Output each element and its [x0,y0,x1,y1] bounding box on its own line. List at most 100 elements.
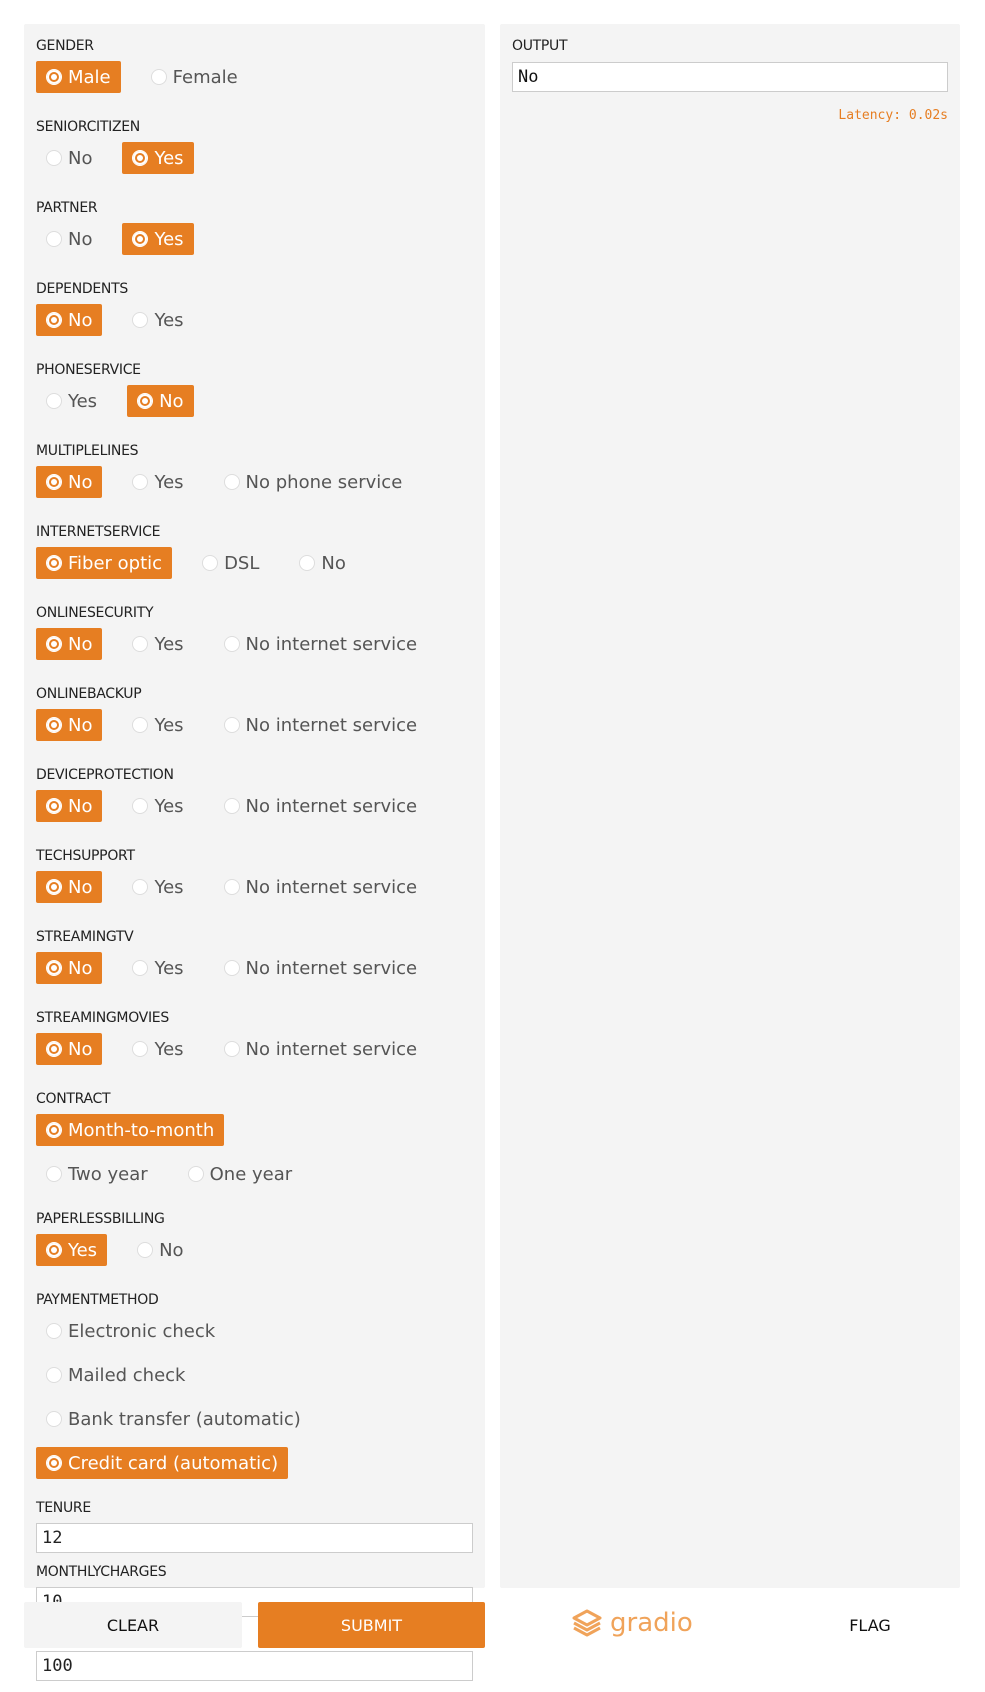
option-label: No phone service [245,471,403,493]
onlinesecurity-option-no-internet-service[interactable]: No internet service [214,628,428,660]
output-textbox[interactable]: No [512,62,948,92]
paperlessbilling-option-no[interactable]: No [127,1234,193,1266]
radio-circle-icon [132,636,149,652]
radio-circle-icon [46,1411,62,1427]
multiplelines-option-no-phone-service[interactable]: No phone service [214,466,413,498]
field-paymentmethod: PAYMENTMETHOD Electronic check Mailed chec… [36,1292,473,1491]
radio-circle-icon [46,1323,62,1339]
option-label: No [159,1239,184,1261]
option-label: Yes [154,957,184,979]
paymentmethod-option-bank-transfer-automatic[interactable]: Bank transfer (automatic) [36,1403,311,1435]
paperlessbilling-radio-group: Yes No [36,1234,473,1278]
radio-circle-icon [223,717,240,733]
internetservice-option-fiber-optic[interactable]: Fiber optic [36,547,173,579]
phoneservice-option-no[interactable]: No [127,385,194,417]
submit-button[interactable]: SUBMIT [258,1602,485,1648]
techsupport-option-no-internet-service[interactable]: No internet service [214,871,428,903]
dependents-option-yes[interactable]: Yes [122,304,193,336]
totalcharges-number-input[interactable]: 100 [36,1651,473,1681]
field-onlinesecurity: ONLINESECURITY No Yes No internet service [36,605,473,672]
field-streamingtv: STREAMINGTV No Yes No internet service [36,929,473,996]
radio-circle-icon [150,69,167,85]
contract-option-two-year[interactable]: Two year [36,1158,158,1190]
gender-option-female[interactable]: Female [141,61,248,93]
radio-circle-icon [46,150,62,166]
techsupport-label: TECHSUPPORT [36,848,135,864]
field-phoneservice: PHONESERVICE Yes No [36,362,473,429]
streamingtv-option-no[interactable]: No [36,952,103,984]
streamingmovies-option-yes[interactable]: Yes [122,1033,193,1065]
gradio-logo[interactable]: gradio [572,1603,693,1643]
option-label: Yes [154,633,184,655]
contract-radio-group: Month-to-month Two year One year [36,1114,366,1202]
radio-circle-icon [46,69,62,85]
clear-button[interactable]: CLEAR [24,1602,242,1648]
internetservice-option-dsl[interactable]: DSL [192,547,269,579]
deviceprotection-option-no-internet-service[interactable]: No internet service [214,790,428,822]
option-label: Yes [154,471,184,493]
phoneservice-option-yes[interactable]: Yes [36,385,107,417]
monthlycharges-label: MONTHLYCHARGES [36,1564,167,1580]
techsupport-option-no[interactable]: No [36,871,103,903]
partner-option-no[interactable]: No [36,223,102,255]
seniorcitizen-option-no[interactable]: No [36,142,102,174]
field-paperlessbilling: PAPERLESSBILLING Yes No [36,1211,473,1278]
partner-radio-group: No Yes [36,223,473,267]
deviceprotection-option-yes[interactable]: Yes [122,790,193,822]
paymentmethod-option-electronic-check[interactable]: Electronic check [36,1315,225,1347]
field-onlinebackup: ONLINEBACKUP No Yes No internet service [36,686,473,753]
radio-circle-icon [46,879,62,895]
onlinesecurity-option-yes[interactable]: Yes [122,628,193,660]
radio-circle-icon [46,717,62,733]
radio-circle-icon [223,1041,240,1057]
radio-circle-icon [223,474,240,490]
deviceprotection-option-no[interactable]: No [36,790,103,822]
onlinebackup-option-no[interactable]: No [36,709,103,741]
partner-option-yes[interactable]: Yes [122,223,194,255]
streamingmovies-option-no[interactable]: No [36,1033,103,1065]
onlinesecurity-radio-group: No Yes No internet service [36,628,473,672]
output-panel: OUTPUT No Latency: 0.02s [500,24,960,1588]
streamingtv-option-no-internet-service[interactable]: No internet service [214,952,428,984]
onlinebackup-option-yes[interactable]: Yes [122,709,193,741]
streamingtv-option-yes[interactable]: Yes [122,952,193,984]
techsupport-option-yes[interactable]: Yes [122,871,193,903]
field-partner: PARTNER No Yes [36,200,473,267]
option-label: Yes [154,876,184,898]
input-panel: GENDER Male Female SENIORCITIZEN No Yes PARTNE… [24,24,485,1681]
paperlessbilling-label: PAPERLESSBILLING [36,1211,165,1227]
radio-circle-icon [46,1367,62,1383]
radio-circle-icon [137,1242,154,1258]
radio-circle-icon [132,879,149,895]
internetservice-radio-group: Fiber optic DSL No [36,547,473,591]
paymentmethod-label: PAYMENTMETHOD [36,1292,159,1308]
tenure-number-input[interactable]: 12 [36,1523,473,1553]
paymentmethod-option-credit-card-automatic[interactable]: Credit card (automatic) [36,1447,289,1479]
streamingmovies-option-no-internet-service[interactable]: No internet service [214,1033,428,1065]
deviceprotection-radio-group: No Yes No internet service [36,790,473,834]
radio-circle-icon [46,231,62,247]
radio-circle-icon [46,636,62,652]
paymentmethod-option-mailed-check[interactable]: Mailed check [36,1359,195,1391]
onlinesecurity-option-no[interactable]: No [36,628,103,660]
onlinebackup-label: ONLINEBACKUP [36,686,142,702]
paperlessbilling-option-yes[interactable]: Yes [36,1234,108,1266]
radio-circle-icon [223,798,240,814]
gradio-logo-icon [572,1609,602,1637]
flag-button[interactable]: FLAG [760,1602,980,1648]
dependents-option-no[interactable]: No [36,304,103,336]
field-techsupport: TECHSUPPORT No Yes No internet service [36,848,473,915]
onlinebackup-option-no-internet-service[interactable]: No internet service [214,709,428,741]
tenure-label: TENURE [36,1500,91,1516]
gender-option-male[interactable]: Male [36,61,121,93]
option-label: No internet service [245,714,418,736]
option-label: No [68,714,93,736]
multiplelines-option-yes[interactable]: Yes [122,466,193,498]
contract-option-month-to-month[interactable]: Month-to-month [36,1114,225,1146]
option-label: No internet service [245,633,418,655]
internetservice-option-no[interactable]: No [289,547,355,579]
option-label: Yes [68,390,98,412]
seniorcitizen-option-yes[interactable]: Yes [122,142,194,174]
contract-option-one-year[interactable]: One year [178,1158,303,1190]
multiplelines-option-no[interactable]: No [36,466,103,498]
